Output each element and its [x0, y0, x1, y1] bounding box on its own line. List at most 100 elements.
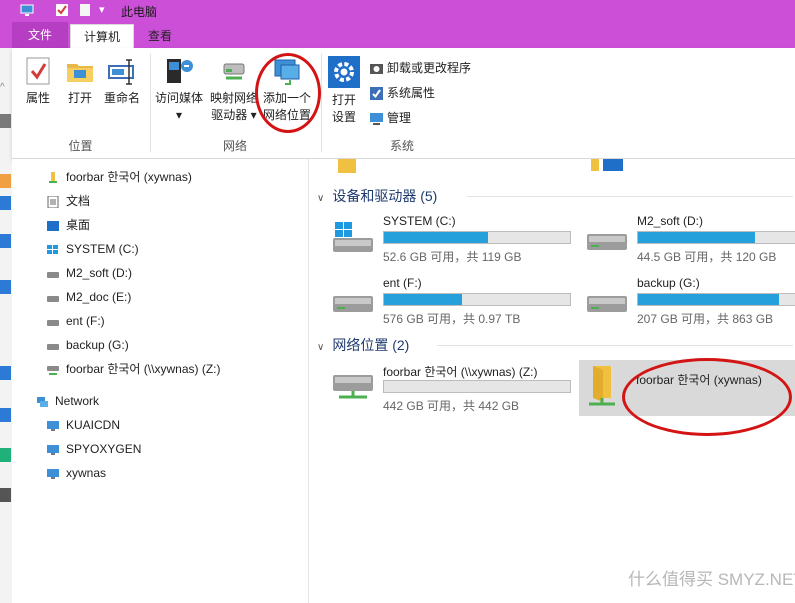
rename-label: 重命名: [103, 91, 140, 105]
nav-item-network[interactable]: Network: [35, 390, 99, 412]
side-icon: [0, 366, 11, 380]
side-icon: [0, 196, 11, 210]
quick-access-dropdown-icon[interactable]: ▾: [99, 3, 105, 16]
properties-button[interactable]: 属性: [20, 56, 56, 107]
nav-item-label: M2_doc (E:): [66, 290, 132, 304]
rename-icon: [108, 59, 134, 85]
side-icon: [0, 488, 11, 502]
access-media-label: 访问媒体: [154, 91, 203, 105]
nav-item-label: backup (G:): [66, 338, 129, 352]
side-icon: [0, 408, 11, 422]
open-button[interactable]: 打开: [62, 56, 98, 107]
drive-name: ent (F:): [383, 276, 422, 290]
navigation-pane[interactable]: foorbar 한국어 (xywnas) 文档 桌面 SYSTEM (C:) M…: [12, 159, 309, 603]
nav-item-label: M2_soft (D:): [66, 266, 133, 280]
windows-drive-icon: [333, 222, 373, 252]
drive-name: M2_soft (D:): [637, 214, 704, 228]
map-drive-label-1: 映射网络: [209, 91, 258, 105]
nav-item-drive-d[interactable]: M2_soft (D:): [46, 262, 132, 284]
media-server-icon: [167, 59, 193, 83]
group-label-location: 位置: [68, 139, 93, 153]
rename-button[interactable]: 重命名: [102, 56, 142, 107]
group-label-system: 系统: [389, 139, 414, 153]
section-devices-header[interactable]: ∨ 设备和驱动器 (5): [317, 186, 793, 206]
drive-usage-bar: [383, 231, 571, 244]
open-settings-button[interactable]: 打开 设置: [326, 56, 362, 126]
nav-item-drive-g[interactable]: backup (G:): [46, 334, 129, 356]
manage-icon: [370, 113, 383, 126]
access-media-button[interactable]: 访问媒体 ▾: [153, 56, 205, 124]
network-drive-icon: [333, 375, 373, 399]
access-media-dropdown-icon: ▾: [175, 108, 183, 122]
drive-d[interactable]: M2_soft (D:) 44.5 GB 可用，共 120 GB: [585, 214, 795, 268]
nav-item-label: foorbar 한국어 (\\xywnas) (Z:): [66, 362, 221, 376]
drive-icon: [333, 296, 373, 312]
nav-item-label: KUAICDN: [66, 418, 121, 432]
drive-name: foorbar 한국어 (\\xywnas) (Z:): [383, 365, 538, 379]
drive-c[interactable]: SYSTEM (C:) 52.6 GB 可用，共 119 GB: [331, 214, 571, 268]
network-folder-icon: [589, 366, 615, 406]
open-folder-icon: [67, 64, 93, 82]
chevron-up-icon: ^: [0, 82, 5, 93]
drive-icon: [587, 296, 627, 312]
computer-icon: [47, 444, 59, 455]
nav-item-network-pc[interactable]: xywnas: [46, 462, 106, 484]
nav-item-label: ent (F:): [66, 314, 105, 328]
nav-item-drive-e[interactable]: M2_doc (E:): [46, 286, 131, 308]
map-drive-dropdown-icon: ▾: [250, 108, 257, 122]
properties-quick-icon[interactable]: [55, 3, 69, 17]
section-network-header[interactable]: ∨ 网络位置 (2): [317, 335, 793, 355]
tab-view[interactable]: 查看: [138, 24, 182, 48]
nav-item-network-folder[interactable]: foorbar 한국어 (xywnas): [46, 166, 192, 188]
drive-name: backup (G:): [637, 276, 700, 290]
documents-icon: [47, 195, 59, 208]
watermark: 什么值得买 SMYZ.NET: [628, 570, 795, 589]
nav-item-label: SPYOXYGEN: [66, 442, 142, 456]
nav-item-drive-c[interactable]: SYSTEM (C:): [46, 238, 139, 260]
nav-item-drive-f[interactable]: ent (F:): [46, 310, 105, 332]
nav-item-network-pc[interactable]: KUAICDN: [46, 414, 120, 436]
uninstall-program-button[interactable]: 卸载或更改程序: [369, 58, 471, 78]
computer-icon: [47, 468, 59, 479]
properties-label: 属性: [25, 91, 50, 105]
new-folder-quick-icon[interactable]: [78, 3, 92, 17]
nav-item-label: foorbar 한국어 (xywnas): [66, 170, 192, 184]
drive-icon: [47, 319, 59, 326]
side-icon: [0, 280, 11, 294]
drive-icon: [47, 343, 59, 350]
network-drive-icon: [47, 365, 59, 375]
left-edge-strip: ^: [0, 48, 12, 603]
map-network-drive-button[interactable]: 映射网络 驱动器 ▾: [208, 56, 260, 124]
drive-space-info: 442 GB 可用，共 442 GB: [383, 399, 520, 413]
nav-item-label: 文档: [66, 194, 91, 208]
manage-button[interactable]: 管理: [369, 108, 411, 128]
windows-drive-icon: [47, 244, 58, 254]
user-folder-icon: [49, 171, 57, 183]
drive-name: SYSTEM (C:): [383, 214, 456, 228]
map-drive-label-2: 驱动器: [211, 108, 248, 122]
chevron-down-icon[interactable]: ∨: [317, 193, 324, 204]
drive-icon: [47, 271, 59, 278]
nav-item-documents[interactable]: 文档: [46, 190, 90, 212]
computer-icon[interactable]: [20, 3, 34, 17]
tab-file[interactable]: 文件: [12, 22, 68, 48]
drive-f[interactable]: ent (F:) 576 GB 可用，共 0.97 TB: [331, 276, 571, 330]
chevron-down-icon[interactable]: ∨: [317, 342, 324, 353]
network-icon: [37, 396, 48, 407]
nav-item-desktop[interactable]: 桌面: [46, 214, 90, 236]
side-icon: [0, 448, 11, 462]
network-drive-z[interactable]: foorbar 한국어 (\\xywnas) (Z:) 442 GB 可用，共 …: [331, 363, 571, 417]
drive-space-info: 44.5 GB 可用，共 120 GB: [637, 250, 777, 264]
uninstall-icon: [370, 64, 383, 75]
tab-computer[interactable]: 计算机: [70, 24, 134, 49]
drive-g[interactable]: backup (G:) 207 GB 可用，共 863 GB: [585, 276, 795, 330]
nav-item-label: SYSTEM (C:): [66, 242, 139, 256]
map-drive-icon: [223, 63, 245, 80]
nav-item-drive-z[interactable]: foorbar 한국어 (\\xywnas) (Z:): [46, 358, 220, 380]
drive-usage-bar: [383, 293, 571, 306]
system-properties-button[interactable]: 系统属性: [369, 83, 435, 103]
system-properties-icon: [370, 87, 383, 101]
nav-item-network-pc[interactable]: SPYOXYGEN: [46, 438, 141, 460]
title-bar: ▾ 此电脑: [0, 0, 795, 22]
open-label: 打开: [67, 91, 92, 105]
